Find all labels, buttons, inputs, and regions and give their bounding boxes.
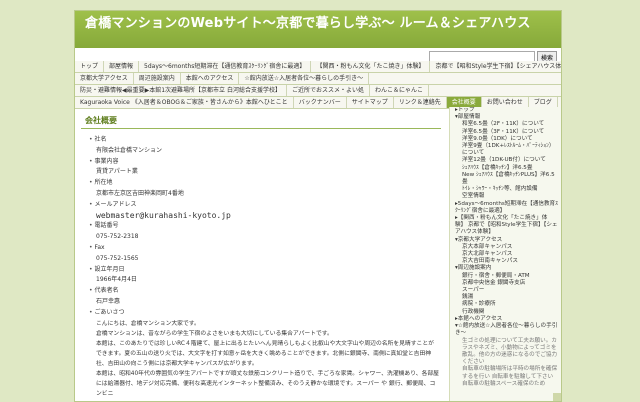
representative-value: 石戸幸惠 [96, 297, 121, 305]
sidebar-item[interactable]: 京大本部キャンパス [450, 244, 561, 251]
sidebar-item[interactable]: ▾周辺施設案内 [450, 265, 561, 272]
page-title: 会社概要 [81, 113, 441, 129]
sidebar-item[interactable]: 洋室9畳（1DK+ﾚｽﾄﾙｰﾑ・ﾊﾟｰﾃｨｼｮﾝ）について [450, 143, 561, 157]
sidebar-nav: ▸トップ ▾部屋情報 和室6.5畳（2F・11K）について 洋室6.5畳（3F・11K… [449, 107, 561, 401]
sidebar-item[interactable]: ▾京都大学アクセス [450, 237, 561, 244]
greeting-text: こんにちは、倉橋マンション大家です。 倉橋マンションは、昔ながらの学生下宿のよさ… [75, 319, 447, 399]
greeting-line: できます。夏の五山の送り火では、大文字を打す如意ヶ岳を大きく眺めることができます… [96, 350, 432, 357]
main-content: 会社概要 社名 有限会社倉橋マンション 事業内容 賃貸アパート業 所在地 京都市… [75, 107, 447, 401]
sidebar-item[interactable]: 洋室12畳（1DK-UB付）について [450, 157, 561, 164]
sidebar-item[interactable]: 洋室6.5畳（3F・11K）について [450, 129, 561, 136]
site-title[interactable]: 倉橋マンションのWebサイト〜京都で暮らし学ぶ〜 ルーム＆シェアハウス [85, 16, 531, 31]
sidebar-item[interactable]: 空室情報 [450, 193, 561, 200]
business-value: 賃貸アパート業 [96, 168, 138, 176]
nav-item-share-house[interactable]: 京都で【昭和Style学生下宿】【シェアハウス体験】 [430, 61, 561, 72]
fax-label: Fax [89, 243, 439, 254]
sidebar-item[interactable]: ▸【関西・粉もん文化「たこ焼き」体験】 京都で【昭和Style学生下宿】【シェア… [450, 215, 561, 237]
founded-value: 1966年4月4日 [96, 276, 137, 284]
nav-item-top[interactable]: トップ [75, 61, 105, 72]
founded-label: 設立年月日 [89, 265, 439, 276]
sidebar-item[interactable]: New ｼｪｱﾊｳｽ【倉橋ｷｯﾁﾝPLUS】洋6.5畳 [450, 172, 561, 186]
nav-item-kyoto-univ[interactable]: 京都大学アクセス [75, 73, 134, 84]
representative-label: 代表者名 [89, 286, 439, 297]
address-label: 所在地 [89, 178, 439, 189]
sidebar-item[interactable]: ▸本館へのアクセス [450, 316, 561, 323]
sidebar-item[interactable]: 和室6.5畳（2F・11K）について [450, 121, 561, 128]
greeting-line: 倉橋マンションは、昔ながらの学生下宿のよさをいまも大切にしている集合アパートです… [96, 330, 333, 337]
sidebar-item[interactable]: 洋室9.0畳（1DK）について [450, 136, 561, 143]
business-label: 事業内容 [89, 157, 439, 168]
email-link[interactable]: webmaster@kurahashi-kyoto.jp [89, 211, 439, 222]
greeting-line: 本館は、昭和40年代の雰囲気の学生アパートですが頑丈な鉄筋コンクリート造りで、手… [96, 370, 439, 377]
nav-item-takoyaki[interactable]: 【関西・粉もん文化「たこ焼き」体験】 [311, 61, 431, 72]
page-container: 倉橋マンションのWebサイト〜京都で暮らし学ぶ〜 ルーム＆シェアハウス 検索 ト… [74, 10, 562, 402]
greeting-label: ごあいさつ [89, 308, 439, 319]
nav-item-rooms[interactable]: 部屋情報 [104, 61, 140, 72]
email-label: メールアドレス [89, 200, 439, 211]
sidebar-item[interactable]: 自転車の駐輪スペース確保のため [450, 381, 561, 388]
tel-value: 075-752-2318 [96, 233, 139, 241]
greeting-line: こんにちは、倉橋マンション大家です。 [96, 320, 200, 327]
company-name-label: 社名 [89, 135, 439, 146]
sidebar-item[interactable]: ▾☆館内放送☆入居者各位〜暮らしの手引き〜 [450, 323, 561, 337]
nav-row-2: 京都大学アクセス 周辺施設案内 本館へのアクセス ☆館内放送☆入居者各位〜暮らし… [75, 73, 561, 85]
company-info: 社名 有限会社倉橋マンション 事業内容 賃貸アパート業 所在地 京都市左京区吉田… [75, 129, 447, 319]
site-header: 倉橋マンションのWebサイト〜京都で暮らし学ぶ〜 ルーム＆シェアハウス [75, 11, 561, 48]
sidebar-item[interactable]: 銀行・宿舎・郵便局・ATM [450, 273, 561, 280]
nav-item-neighborhood[interactable]: ご近所でおススメ・よい処 [287, 85, 370, 96]
nav-row-3: 防災・避難情報◀最重要▶本館1次避難場所【京都市立 白河総合支援学校】 ご近所で… [75, 85, 561, 97]
greeting-line: 本館は、このあたりでは珍しいRC４階建て、屋上に出るとたいへん見晴らしもよく比叡… [96, 340, 434, 347]
nav-item-access[interactable]: 本館へのアクセス [181, 73, 240, 84]
address-value: 京都市左京区吉田神楽岡町4番地 [96, 189, 184, 197]
nav-item-pets[interactable]: わんこ＆にゃんこ [370, 85, 429, 96]
company-name-value: 有限会社倉橋マンション [96, 146, 163, 154]
sidebar-item[interactable]: 行政機関 [450, 309, 561, 316]
sidebar-item[interactable]: ▸5days〜6months短期滞在【通信教育ｽｸｰﾘﾝｸﾞ宿舎に最適】 [450, 201, 561, 215]
sidebar-item[interactable]: 生ゴミの処理について工夫お願い。カラスやネズミ、小動物によってゴミを散乱。他の方… [450, 338, 561, 367]
nav-row-1: トップ 部屋情報 5days〜6months短期滞在【通信教育ｽｸｰﾘﾝｸﾞ宿舎… [75, 61, 561, 73]
greeting-line: 社、吉田山の向こう側には京都大学キャンパスが広がります。 [96, 360, 258, 367]
sidebar-item[interactable]: 病院・診療所 [450, 301, 561, 308]
nav-item-facilities[interactable]: 周辺施設案内 [134, 73, 181, 84]
sidebar-item[interactable]: ｼｪｱﾊｳｽ【倉橋ｷｯﾁﾝ】洋6.5畳 [450, 165, 561, 172]
greeting-line: には給湯器付、地デジ対応完備、便利な高速光インターネット整備済み、そのうえ静かな… [96, 380, 436, 397]
global-nav: トップ 部屋情報 5days〜6months短期滞在【通信教育ｽｸｰﾘﾝｸﾞ宿舎… [75, 61, 561, 109]
sidebar-item[interactable]: 自転車の駐輪場所は平時の場所を確保するを行い 自転車を駐輪して下さい [450, 366, 561, 380]
nav-item-short-stay[interactable]: 5days〜6months短期滞在【通信教育ｽｸｰﾘﾝｸﾞ宿舎に最適】 [139, 61, 312, 72]
sidebar-item[interactable]: 京都中央信金 銀閣寺支店 [450, 280, 561, 287]
nav-item-broadcast[interactable]: ☆館内放送☆入居者各位〜暮らしの手引き〜 [239, 73, 370, 84]
nav-item-disaster[interactable]: 防災・避難情報◀最重要▶本館1次避難場所【京都市立 白河総合支援学校】 [75, 85, 287, 96]
tel-label: 電話番号 [89, 221, 439, 232]
fax-value: 075-752-1565 [96, 254, 139, 262]
